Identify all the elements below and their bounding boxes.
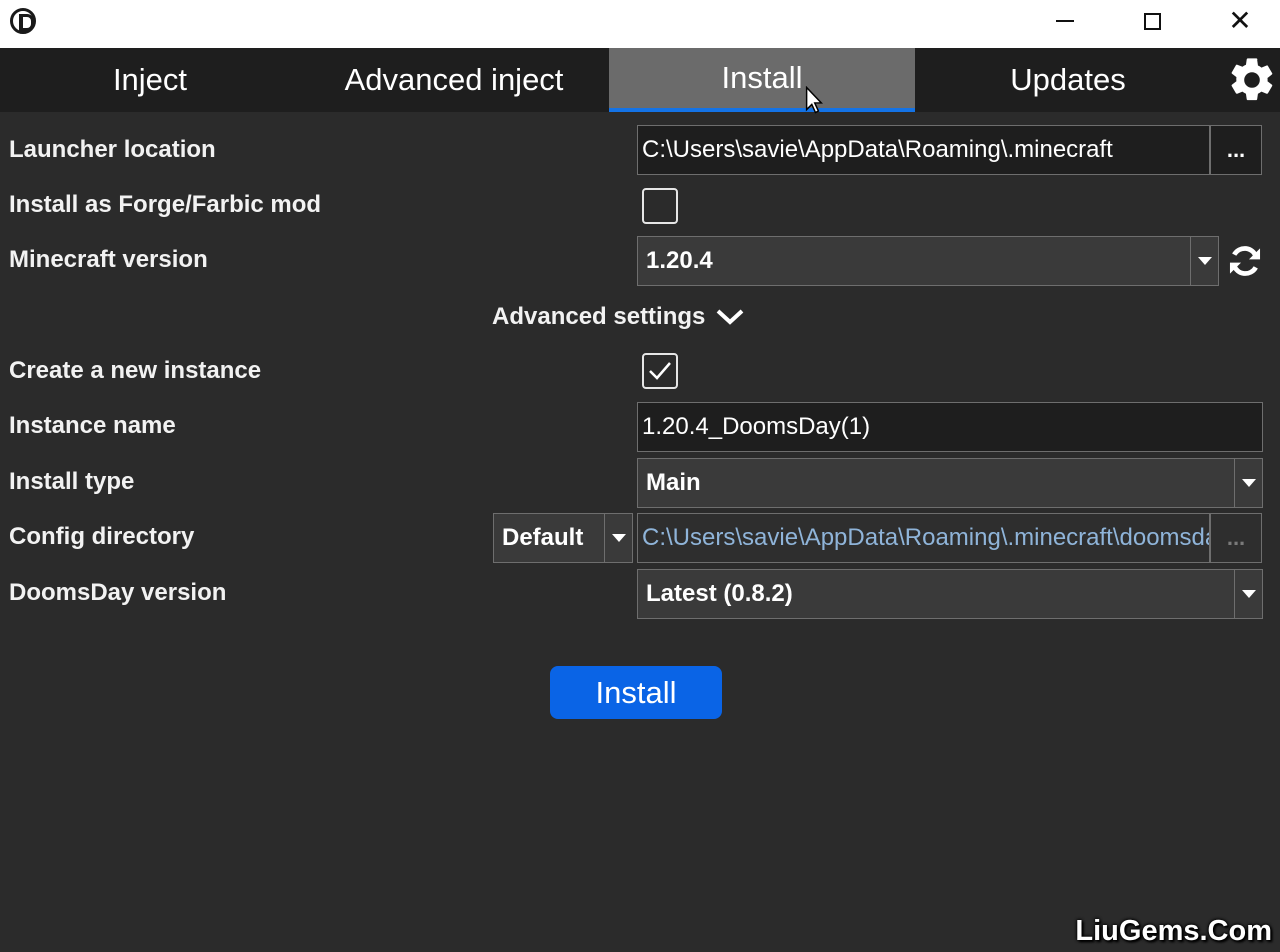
- minimize-button[interactable]: [1035, 0, 1095, 42]
- launcher-location-label: Launcher location: [9, 136, 216, 163]
- minimize-icon: [1056, 20, 1074, 22]
- close-button[interactable]: ✕: [1210, 0, 1270, 42]
- doomsday-version-value: Latest (0.8.2): [646, 580, 793, 607]
- tab-bar: Inject Advanced inject Install Updates: [0, 48, 1280, 112]
- minecraft-version-select[interactable]: 1.20.4: [637, 236, 1219, 286]
- config-directory-mode-select[interactable]: Default: [493, 513, 633, 563]
- forge-mod-label: Install as Forge/Farbic mod: [9, 191, 322, 218]
- new-instance-label: Create a new instance: [9, 357, 262, 384]
- install-button[interactable]: Install: [550, 666, 722, 719]
- mouse-cursor-icon: [805, 86, 823, 114]
- minecraft-version-label: Minecraft version: [9, 246, 208, 273]
- chevron-down-icon: [717, 309, 744, 325]
- config-directory-browse-button[interactable]: ...: [1210, 513, 1262, 563]
- launcher-location-input[interactable]: C:\Users\savie\AppData\Roaming\.minecraf…: [637, 125, 1210, 175]
- watermark: LiuGems.Com: [1075, 915, 1272, 947]
- config-directory-input[interactable]: C:\Users\savie\AppData\Roaming\.minecraf…: [637, 513, 1210, 563]
- config-directory-label: Config directory: [9, 523, 195, 550]
- checkmark-icon: [649, 362, 671, 380]
- chevron-down-icon: [1190, 237, 1218, 285]
- tab-install[interactable]: Install: [609, 48, 915, 112]
- install-type-label: Install type: [9, 468, 135, 495]
- maximize-icon: [1143, 12, 1161, 30]
- chevron-down-icon: [604, 514, 632, 562]
- install-type-value: Main: [646, 469, 701, 496]
- chevron-down-icon: [1234, 459, 1262, 507]
- close-icon: ✕: [1228, 5, 1252, 36]
- advanced-settings-label: Advanced settings: [492, 303, 706, 330]
- doomsday-version-label: DoomsDay version: [9, 579, 227, 606]
- tab-advanced-inject[interactable]: Advanced inject: [300, 48, 608, 112]
- instance-name-input[interactable]: 1.20.4_DoomsDay(1): [637, 402, 1263, 452]
- minecraft-version-value: 1.20.4: [646, 247, 713, 274]
- launcher-location-browse-button[interactable]: ...: [1210, 125, 1262, 175]
- chevron-down-icon: [1234, 570, 1262, 618]
- install-type-select[interactable]: Main: [637, 458, 1263, 508]
- new-instance-checkbox[interactable]: [642, 353, 678, 389]
- advanced-settings-toggle[interactable]: Advanced settings: [492, 300, 745, 334]
- title-bar: ✕: [0, 0, 1280, 48]
- doomsday-version-select[interactable]: Latest (0.8.2): [637, 569, 1263, 619]
- config-directory-mode-value: Default: [502, 524, 584, 551]
- maximize-button[interactable]: [1122, 0, 1182, 42]
- forge-mod-checkbox[interactable]: [642, 188, 678, 224]
- app-logo-icon: [10, 8, 36, 34]
- refresh-icon[interactable]: [1226, 242, 1264, 280]
- tab-updates[interactable]: Updates: [915, 48, 1221, 112]
- gear-icon[interactable]: [1226, 54, 1278, 106]
- instance-name-label: Instance name: [9, 412, 176, 439]
- tab-inject[interactable]: Inject: [0, 48, 300, 112]
